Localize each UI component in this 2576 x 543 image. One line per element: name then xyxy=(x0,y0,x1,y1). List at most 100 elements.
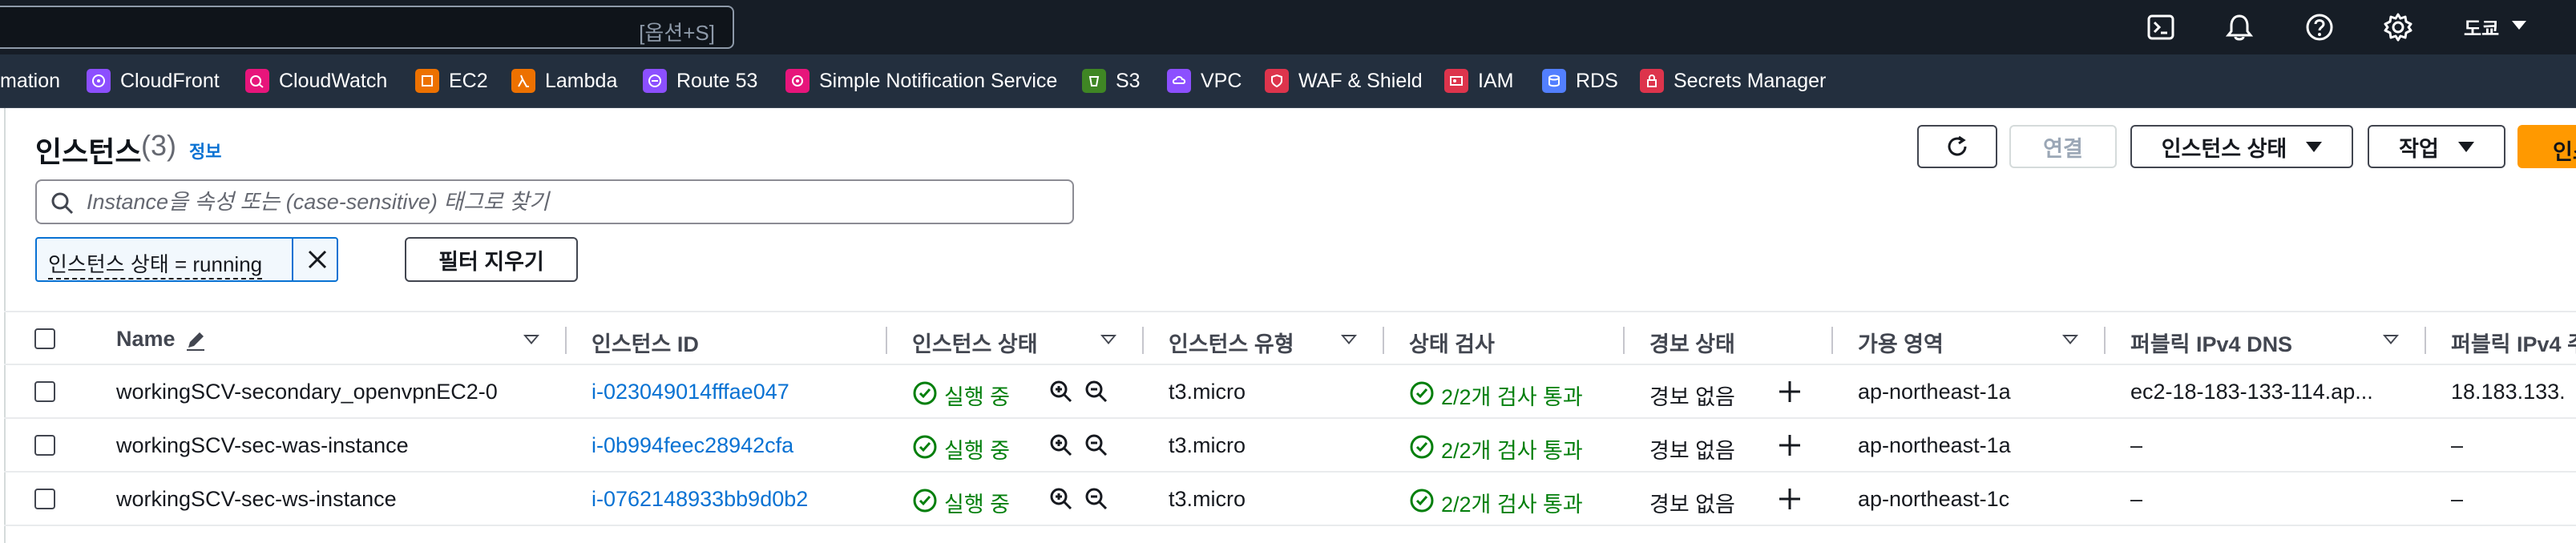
add-alarm-icon[interactable] xyxy=(1776,432,1803,459)
search-input[interactable] xyxy=(87,189,1048,215)
favorite-item-lambda[interactable]: Lambda xyxy=(511,67,617,95)
region-selector[interactable]: 도쿄 xyxy=(2464,13,2499,41)
actions-dropdown[interactable]: 작업 xyxy=(2368,125,2505,168)
column-header-public-ip[interactable]: 퍼블릭 IPv4 주 xyxy=(2451,327,2576,358)
favorite-item-vpc[interactable]: VPC xyxy=(1167,67,1242,95)
favorite-item-sns[interactable]: Simple Notification Service xyxy=(785,67,1057,95)
favorite-item-cloudwatch[interactable]: CloudWatch xyxy=(245,67,387,95)
column-divider[interactable] xyxy=(2104,327,2106,354)
column-divider[interactable] xyxy=(1623,327,1625,354)
column-header-instance-state[interactable]: 인스턴스 상태 xyxy=(912,327,1038,358)
favorite-item-iam[interactable]: IAM xyxy=(1444,67,1513,95)
favorite-item-automation[interactable]: mation xyxy=(0,67,60,95)
favorite-item-s3[interactable]: S3 xyxy=(1082,67,1141,95)
add-alarm-icon[interactable] xyxy=(1776,485,1803,513)
secrets-icon xyxy=(1640,69,1664,93)
sort-icon[interactable] xyxy=(2062,335,2078,344)
info-link[interactable]: 정보 xyxy=(189,138,221,163)
cloudshell-icon[interactable] xyxy=(2145,11,2177,43)
status-check-value[interactable]: 2/2개 검사 통과 xyxy=(1441,487,1583,518)
table-header: Name 인스턴스 ID 인스턴스 상태 인스턴스 유형 상태 검사 경보 상태… xyxy=(4,311,2576,365)
column-divider[interactable] xyxy=(1383,327,1384,354)
column-header-status-check[interactable]: 상태 검사 xyxy=(1409,327,1495,358)
sort-icon[interactable] xyxy=(1341,335,1357,344)
bell-icon[interactable] xyxy=(2223,11,2255,43)
instance-state-dropdown[interactable]: 인스턴스 상태 xyxy=(2130,125,2353,168)
table-row[interactable]: workingSCV-secondary_openvpnEC2-0 i-0230… xyxy=(4,365,2576,419)
status-check-value[interactable]: 2/2개 검사 통과 xyxy=(1441,433,1583,465)
instance-id-link[interactable]: i-0762148933bb9d0b2 xyxy=(592,487,808,512)
availability-zone-value: ap-northeast-1c xyxy=(1858,487,2010,511)
favorite-item-cloudfront[interactable]: CloudFront xyxy=(87,67,220,95)
public-ip-value: – xyxy=(2451,433,2464,457)
zoom-in-icon[interactable] xyxy=(1048,432,1074,458)
edit-pencil-icon xyxy=(187,332,204,351)
zoom-out-icon[interactable] xyxy=(1084,432,1109,458)
column-header-name[interactable]: Name xyxy=(116,327,176,352)
favorite-item-ec2[interactable]: EC2 xyxy=(415,67,488,95)
column-header-availability-zone[interactable]: 가용 영역 xyxy=(1858,327,1944,358)
instance-state-value: 실행 중 xyxy=(944,385,1011,409)
column-divider[interactable] xyxy=(1831,327,1833,354)
favorite-item-rds[interactable]: RDS xyxy=(1542,67,1618,95)
clear-filters-button[interactable]: 필터 지우기 xyxy=(405,237,578,282)
token-divider xyxy=(292,239,293,280)
table-row[interactable]: workingSCV-sec-was-instance i-0b994feec2… xyxy=(4,419,2576,473)
instance-id-link[interactable]: i-0b994feec28942cfa xyxy=(592,433,793,458)
close-icon[interactable] xyxy=(301,243,333,276)
cloudfront-icon xyxy=(87,69,111,93)
refresh-icon xyxy=(1948,135,1967,156)
chevron-down-icon[interactable] xyxy=(2512,21,2526,30)
gear-icon[interactable] xyxy=(2382,11,2414,43)
row-checkbox[interactable] xyxy=(34,489,55,509)
column-header-alarm-status[interactable]: 경보 상태 xyxy=(1649,327,1735,358)
sort-icon[interactable] xyxy=(1100,335,1116,344)
column-divider[interactable] xyxy=(886,327,887,354)
favorites-bar: mation CloudFront CloudWatch EC2 Lambda … xyxy=(0,54,2576,108)
sns-icon xyxy=(785,69,810,93)
column-header-instance-type[interactable]: 인스턴스 유형 xyxy=(1169,327,1294,358)
vpc-icon xyxy=(1167,69,1191,93)
column-divider[interactable] xyxy=(1142,327,1144,354)
instance-id-link[interactable]: i-023049014fffae047 xyxy=(592,380,789,404)
zoom-out-icon[interactable] xyxy=(1084,379,1109,404)
row-checkbox[interactable] xyxy=(34,381,55,402)
column-header-instance-id[interactable]: 인스턴스 ID xyxy=(592,327,699,358)
public-dns-value: ec2-18-183-133-114.ap... xyxy=(2130,380,2373,404)
connect-button[interactable]: 연결 xyxy=(2009,125,2117,168)
column-divider[interactable] xyxy=(565,327,567,354)
table-row[interactable]: workingSCV-sec-ws-instance i-0762148933b… xyxy=(4,473,2576,526)
global-search-input[interactable]: [옵션+S] xyxy=(0,6,734,49)
zoom-in-icon[interactable] xyxy=(1048,486,1074,512)
ec2-icon xyxy=(415,69,439,93)
zoom-in-icon[interactable] xyxy=(1048,379,1074,404)
select-all-checkbox[interactable] xyxy=(34,328,55,349)
status-check-value[interactable]: 2/2개 검사 통과 xyxy=(1441,380,1583,411)
waf-icon xyxy=(1265,69,1289,93)
column-header-public-dns[interactable]: 퍼블릭 IPv4 DNS xyxy=(2130,327,2292,358)
success-icon xyxy=(913,489,937,513)
favorite-item-waf-shield[interactable]: WAF & Shield xyxy=(1265,67,1423,95)
rds-icon xyxy=(1542,69,1566,93)
instance-name: workingSCV-sec-was-instance xyxy=(116,433,409,457)
favorite-item-route53[interactable]: Route 53 xyxy=(643,67,757,95)
column-divider[interactable] xyxy=(2425,327,2426,354)
instance-search-field[interactable] xyxy=(35,179,1074,224)
add-alarm-icon[interactable] xyxy=(1776,378,1803,405)
success-icon xyxy=(1410,435,1434,459)
instance-state-value: 실행 중 xyxy=(944,493,1011,517)
favorite-item-secrets-manager[interactable]: Secrets Manager xyxy=(1640,67,1826,95)
launch-instances-button[interactable]: 인스 xyxy=(2517,125,2576,168)
refresh-button[interactable] xyxy=(1917,125,1997,168)
sort-icon[interactable] xyxy=(2383,335,2399,344)
public-ip-value: 18.183.133. xyxy=(2451,380,2566,404)
help-icon[interactable] xyxy=(2303,11,2336,43)
sort-icon[interactable] xyxy=(523,335,539,344)
filter-token-label[interactable]: 인스턴스 상태 = running xyxy=(48,248,263,280)
zoom-out-icon[interactable] xyxy=(1084,486,1109,512)
instance-type-value: t3.micro xyxy=(1169,487,1246,511)
iam-icon xyxy=(1444,69,1468,93)
row-checkbox[interactable] xyxy=(34,435,55,456)
instance-name: workingSCV-secondary_openvpnEC2-0 xyxy=(116,380,498,404)
success-icon xyxy=(913,381,937,405)
